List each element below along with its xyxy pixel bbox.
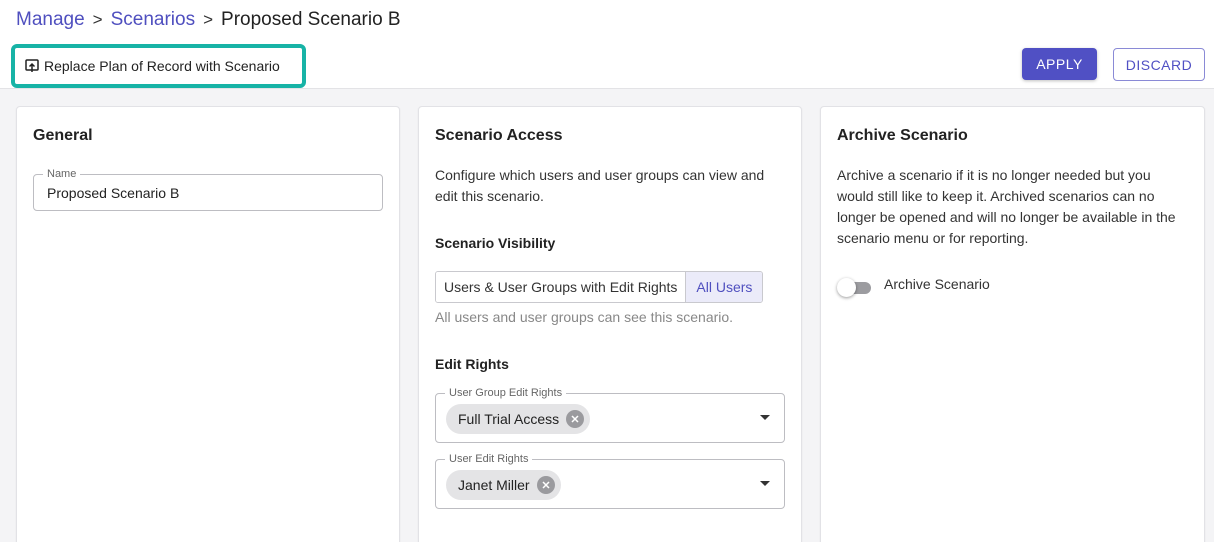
- breadcrumb-chevron-icon: >: [203, 10, 214, 29]
- description-line: would still like to keep it. Archived sc…: [837, 188, 1155, 204]
- scenario-visibility-heading: Scenario Visibility: [435, 235, 556, 251]
- user-group-edit-rights-label: User Group Edit Rights: [445, 386, 567, 400]
- archive-scenario-card: Archive Scenario Archive a scenario if i…: [820, 106, 1205, 542]
- general-title: General: [33, 127, 93, 144]
- page-title: Proposed Scenario B: [221, 9, 401, 30]
- user-group-edit-rights-select[interactable]: User Group Edit Rights Full Trial Access: [435, 386, 785, 443]
- breadcrumb-manage-link[interactable]: Manage: [16, 9, 85, 31]
- archive-scenario-toggle[interactable]: [837, 277, 873, 297]
- user-group-chip-label: Full Trial Access: [458, 411, 560, 427]
- user-edit-rights-select[interactable]: User Edit Rights Janet Miller: [435, 452, 785, 509]
- apply-button[interactable]: APPLY: [1022, 48, 1097, 80]
- archive-toggle-label: Archive Scenario: [884, 276, 990, 292]
- breadcrumb-chevron-icon: >: [92, 10, 103, 29]
- description-line: longer be opened and will no longer be a…: [837, 209, 1176, 225]
- edit-rights-heading: Edit Rights: [435, 356, 509, 372]
- replace-plan-of-record-button[interactable]: Replace Plan of Record with Scenario: [11, 44, 306, 88]
- dropdown-arrow-icon[interactable]: [760, 481, 770, 486]
- user-group-chip: Full Trial Access: [446, 404, 591, 434]
- visibility-toggle-group: Users & User Groups with Edit Rights All…: [435, 271, 764, 303]
- visibility-option-all-users[interactable]: All Users: [685, 272, 763, 302]
- description-line: Configure which users and user groups ca…: [435, 167, 765, 183]
- dropdown-arrow-icon[interactable]: [760, 415, 770, 420]
- description-line: Archive a scenario if it is no longer ne…: [837, 167, 1151, 183]
- scenario-access-title: Scenario Access: [435, 127, 563, 144]
- user-edit-rights-label: User Edit Rights: [445, 452, 533, 466]
- top-bar: Manage > Scenarios > Proposed Scenario B…: [0, 0, 1214, 89]
- replace-plan-icon: [25, 59, 39, 73]
- user-chip: Janet Miller: [446, 470, 561, 500]
- description-line: edit this scenario.: [435, 188, 544, 204]
- archive-description: Archive a scenario if it is no longer ne…: [837, 165, 1197, 249]
- visibility-option-edit-rights[interactable]: Users & User Groups with Edit Rights: [436, 272, 686, 302]
- replace-plan-label: Replace Plan of Record with Scenario: [44, 58, 280, 74]
- archive-scenario-title: Archive Scenario: [837, 127, 968, 144]
- name-field-value[interactable]: Proposed Scenario B: [47, 185, 179, 201]
- remove-chip-icon[interactable]: [536, 476, 555, 494]
- scenario-access-card: Scenario Access Configure which users an…: [418, 106, 802, 542]
- discard-button[interactable]: DISCARD: [1113, 48, 1205, 81]
- scenario-access-description: Configure which users and user groups ca…: [435, 165, 790, 207]
- general-card: General Name Proposed Scenario B: [16, 106, 400, 542]
- breadcrumb: Manage > Scenarios > Proposed Scenario B: [16, 9, 401, 31]
- visibility-hint: All users and user groups can see this s…: [435, 309, 734, 325]
- user-chip-label: Janet Miller: [458, 477, 530, 493]
- remove-chip-icon[interactable]: [566, 410, 585, 428]
- name-field-label: Name: [43, 167, 81, 181]
- name-field[interactable]: Name Proposed Scenario B: [33, 167, 383, 211]
- breadcrumb-scenarios-link[interactable]: Scenarios: [111, 9, 196, 31]
- toggle-thumb: [837, 278, 856, 297]
- description-line: scenario menu or for reporting.: [837, 230, 1029, 246]
